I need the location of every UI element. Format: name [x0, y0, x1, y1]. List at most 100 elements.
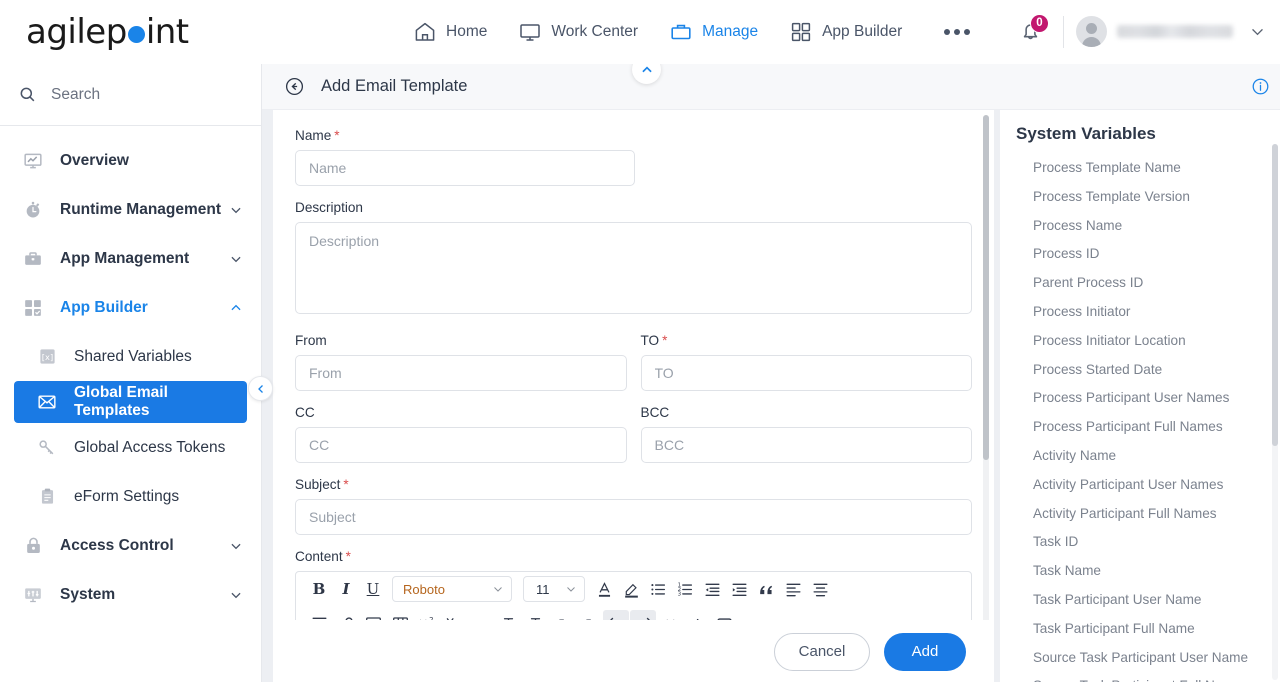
list-item[interactable]: Process Initiator Location [1033, 327, 1280, 356]
grid-icon [788, 19, 813, 44]
notifications-button[interactable]: 0 [1009, 11, 1051, 53]
list-item[interactable]: Process Template Version [1033, 183, 1280, 212]
top-navigation-bar: agilep int Home Work Center Manage App B… [0, 0, 1280, 64]
sidebar-item-app-builder[interactable]: App Builder [0, 283, 261, 332]
text-color-icon[interactable] [591, 576, 617, 602]
chevron-down-icon [229, 588, 243, 602]
align-left-icon[interactable] [780, 576, 806, 602]
chevron-down-icon[interactable] [1249, 23, 1266, 40]
font-family-select[interactable]: Roboto [392, 576, 512, 602]
bcc-input[interactable] [640, 427, 972, 463]
from-input[interactable] [295, 355, 627, 391]
list-item[interactable]: Source Task Participant User Name [1033, 644, 1280, 673]
system-variables-scrollbar-thumb[interactable] [1272, 144, 1278, 446]
bold-icon[interactable]: B [306, 576, 332, 602]
list-item[interactable]: Task Participant Full Name [1033, 615, 1280, 644]
list-item[interactable]: Process Template Name [1033, 154, 1280, 183]
form-scroll-area: Name* Description From [273, 110, 994, 682]
page-title: Add Email Template [321, 77, 468, 95]
sidebar-search[interactable] [0, 64, 261, 126]
name-input[interactable] [295, 150, 635, 186]
outdent-icon[interactable] [699, 576, 725, 602]
system-sliders-icon [20, 585, 46, 605]
cc-input[interactable] [295, 427, 627, 463]
sidebar-label-app-management: App Management [60, 249, 190, 267]
avatar[interactable] [1076, 16, 1107, 47]
sidebar-collapse-button[interactable] [248, 376, 273, 401]
field-group-description: Description [295, 200, 972, 319]
sidebar-item-global-email-templates[interactable]: Global Email Templates [14, 381, 247, 423]
sidebar-item-eform-settings[interactable]: eForm Settings [0, 472, 261, 521]
label-text-content: Content [295, 549, 343, 564]
cancel-button[interactable]: Cancel [774, 632, 870, 671]
search-input[interactable] [51, 85, 221, 104]
panel-header: Add Email Template [262, 55, 1280, 110]
list-item[interactable]: Task ID [1033, 528, 1280, 557]
nav-item-app-builder[interactable]: App Builder [786, 15, 904, 48]
sidebar-item-access-control[interactable]: Access Control [0, 521, 261, 570]
list-item[interactable]: Process ID [1033, 240, 1280, 269]
sidebar-item-shared-variables[interactable]: [x] Shared Variables [0, 332, 261, 381]
list-item[interactable]: Process Initiator [1033, 298, 1280, 327]
sidebar-item-overview[interactable]: Overview [0, 136, 261, 185]
description-textarea[interactable] [295, 222, 972, 314]
list-item[interactable]: Activity Participant Full Names [1033, 500, 1280, 529]
blockquote-icon[interactable] [753, 576, 779, 602]
list-item[interactable]: Process Participant Full Names [1033, 413, 1280, 442]
sidebar-label-runtime-management: Runtime Management [60, 200, 222, 218]
italic-icon[interactable]: I [333, 576, 359, 602]
panel-body: Name* Description From [262, 110, 1280, 682]
font-size-value: 11 [536, 581, 550, 597]
logo-text-right: int [145, 11, 189, 52]
chevron-down-icon [229, 539, 243, 553]
top-right-controls: 0 [1009, 11, 1280, 53]
list-item[interactable]: Task Name [1033, 557, 1280, 586]
more-options-icon[interactable] [944, 28, 971, 35]
label-from: From [295, 333, 327, 348]
back-arrow-circle-icon [285, 77, 304, 96]
field-group-name: Name * [295, 128, 972, 186]
grid-check-icon [20, 298, 46, 318]
align-center-icon[interactable] [807, 576, 833, 602]
list-item[interactable]: Process Started Date [1033, 356, 1280, 385]
list-item[interactable]: Activity Name [1033, 442, 1280, 471]
list-item[interactable]: Activity Participant User Names [1033, 471, 1280, 500]
form-scrollbar-thumb[interactable] [983, 115, 989, 460]
highlight-color-icon[interactable] [618, 576, 644, 602]
bullet-list-icon[interactable] [645, 576, 671, 602]
list-item[interactable]: Process Name [1033, 212, 1280, 241]
to-input[interactable] [640, 355, 972, 391]
sidebar-item-system[interactable]: System [0, 570, 261, 619]
chevron-up-icon [641, 66, 652, 72]
list-item[interactable]: Task Participant User Name [1033, 586, 1280, 615]
sidebar-item-app-management[interactable]: App Management [0, 234, 261, 283]
lock-icon [20, 536, 46, 555]
agilepoint-logo[interactable]: agilep int [0, 12, 262, 52]
required-marker: * [662, 333, 668, 348]
font-size-select[interactable]: 11 [523, 576, 585, 602]
required-marker: * [345, 549, 351, 564]
chevron-down-icon [229, 203, 243, 217]
underline-icon[interactable]: U [360, 576, 386, 602]
sidebar-item-runtime-management[interactable]: Runtime Management [0, 185, 261, 234]
nav-item-manage[interactable]: Manage [666, 15, 760, 48]
indent-icon[interactable] [726, 576, 752, 602]
sidebar-item-global-access-tokens[interactable]: Global Access Tokens [0, 423, 261, 472]
list-item[interactable]: Source Task Participant Full Name [1033, 672, 1280, 682]
list-item[interactable]: Parent Process ID [1033, 269, 1280, 298]
chevron-up-icon [229, 301, 243, 315]
subject-input[interactable] [295, 499, 972, 535]
chevron-down-icon [567, 587, 575, 592]
nav-item-work-center[interactable]: Work Center [515, 15, 640, 48]
numbered-list-icon[interactable]: 123 [672, 576, 698, 602]
label-description: Description [295, 200, 363, 215]
back-button[interactable] [284, 76, 305, 97]
chevron-down-icon [494, 587, 502, 592]
add-button[interactable]: Add [884, 632, 966, 671]
list-item[interactable]: Process Participant User Names [1033, 384, 1280, 413]
sidebar-label-global-email-templates: Global Email Templates [74, 384, 168, 419]
nav-item-home[interactable]: Home [410, 15, 489, 48]
system-variables-panel: System Variables Process Template Name P… [1000, 110, 1280, 682]
info-circle-icon[interactable] [1251, 77, 1270, 101]
briefcase-icon [20, 249, 46, 269]
